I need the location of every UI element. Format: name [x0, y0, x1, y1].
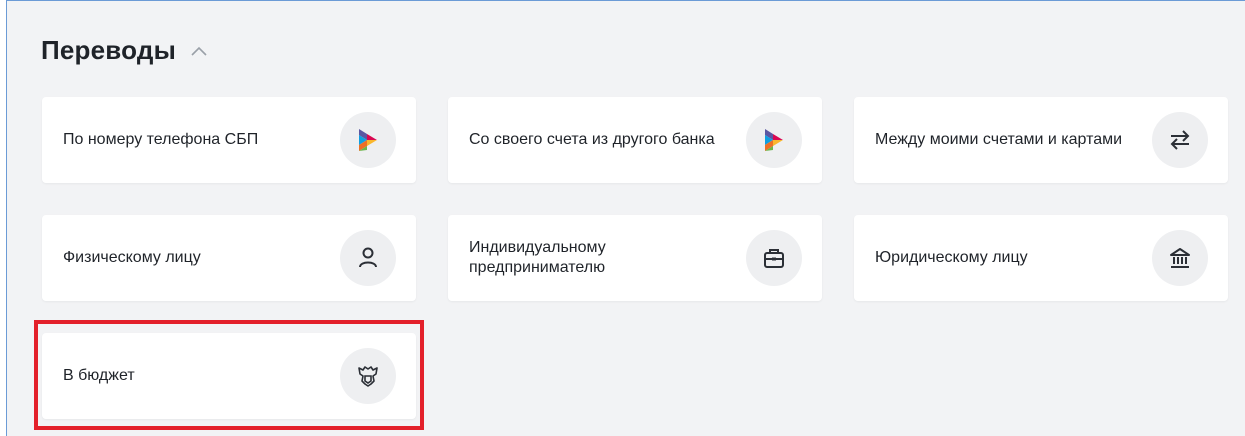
person-icon [340, 230, 396, 286]
card-label: Со своего счета из другого банка [469, 131, 715, 148]
card-label: Физическому лицу [63, 249, 201, 266]
briefcase-icon [746, 230, 802, 286]
card-other-bank[interactable]: Со своего счета из другого банка [448, 97, 822, 183]
card-entrepreneur[interactable]: Индивидуальному предпринимателю [448, 215, 822, 301]
section-title: Переводы [41, 35, 176, 65]
card-label: Юридическому лицу [875, 249, 1028, 266]
card-individual[interactable]: Физическому лицу [42, 215, 416, 301]
transfer-arrows-icon [1152, 112, 1208, 168]
card-between-accounts[interactable]: Между моими счетами и картами [854, 97, 1228, 183]
card-label: Между моими счетами и картами [875, 131, 1123, 148]
sbp-logo-icon [340, 112, 396, 168]
bank-building-icon [1152, 230, 1208, 286]
chevron-up-icon[interactable] [190, 42, 208, 60]
card-label: Индивидуальному предпринимателю [469, 239, 606, 276]
coat-of-arms-icon [340, 348, 396, 404]
card-sbp-phone[interactable]: По номеру телефона СБП [42, 97, 416, 183]
card-label: В бюджет [63, 367, 135, 384]
card-label: По номеру телефона СБП [63, 131, 259, 148]
card-legal-entity[interactable]: Юридическому лицу [854, 215, 1228, 301]
card-budget[interactable]: В бюджет [42, 333, 416, 419]
transfers-panel: Переводы По номеру телефона СБП Со своег… [6, 0, 1245, 436]
section-header: Переводы [41, 35, 208, 66]
sbp-logo-icon [746, 112, 802, 168]
